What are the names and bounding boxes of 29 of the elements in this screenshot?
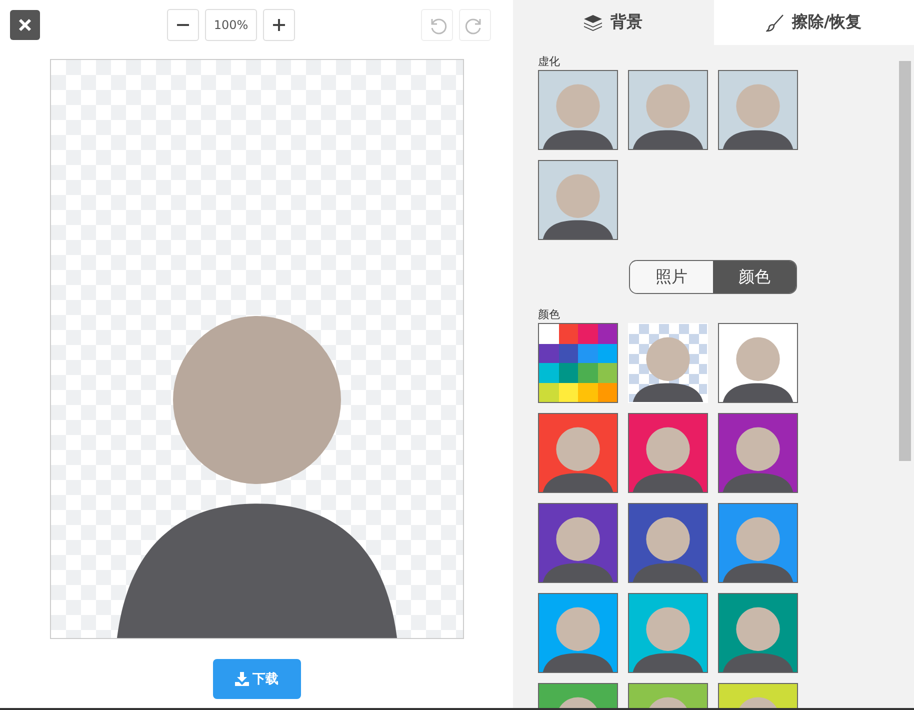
close-button[interactable] — [10, 10, 40, 40]
zoom-in-button[interactable] — [263, 9, 295, 41]
zoom-value: 100% — [205, 9, 257, 41]
photo-placeholder[interactable] — [628, 593, 708, 673]
layers-icon — [584, 14, 602, 30]
photo-placeholder[interactable] — [628, 413, 708, 493]
toggle-option[interactable]: 照片 — [630, 261, 713, 293]
photo-placeholder[interactable] — [718, 593, 798, 673]
download-icon — [234, 672, 248, 686]
section-label: 颜色 — [538, 308, 561, 322]
photo-placeholder[interactable] — [538, 160, 618, 240]
photo-placeholder[interactable] — [718, 323, 798, 403]
photo-placeholder[interactable] — [538, 593, 618, 673]
photo-placeholder[interactable] — [538, 413, 618, 493]
section-label: 虚化 — [538, 55, 561, 69]
palette-drawing[interactable] — [538, 323, 618, 403]
photo-placeholder[interactable] — [718, 70, 798, 150]
photo-placeholder[interactable] — [538, 503, 618, 583]
photo-placeholder[interactable] — [718, 413, 798, 493]
plus-icon — [272, 18, 286, 32]
photo-placeholder[interactable] — [628, 70, 708, 150]
photo-placeholder[interactable] — [718, 503, 798, 583]
photo-placeholder[interactable] — [538, 70, 618, 150]
photo-placeholder[interactable] — [628, 503, 708, 583]
close-icon — [18, 18, 32, 32]
zoom-out-button[interactable] — [167, 9, 199, 41]
toggle-option[interactable]: 颜色 — [713, 261, 796, 293]
brush-icon — [766, 14, 784, 32]
tab[interactable]: 擦除/恢复 — [714, 0, 914, 45]
